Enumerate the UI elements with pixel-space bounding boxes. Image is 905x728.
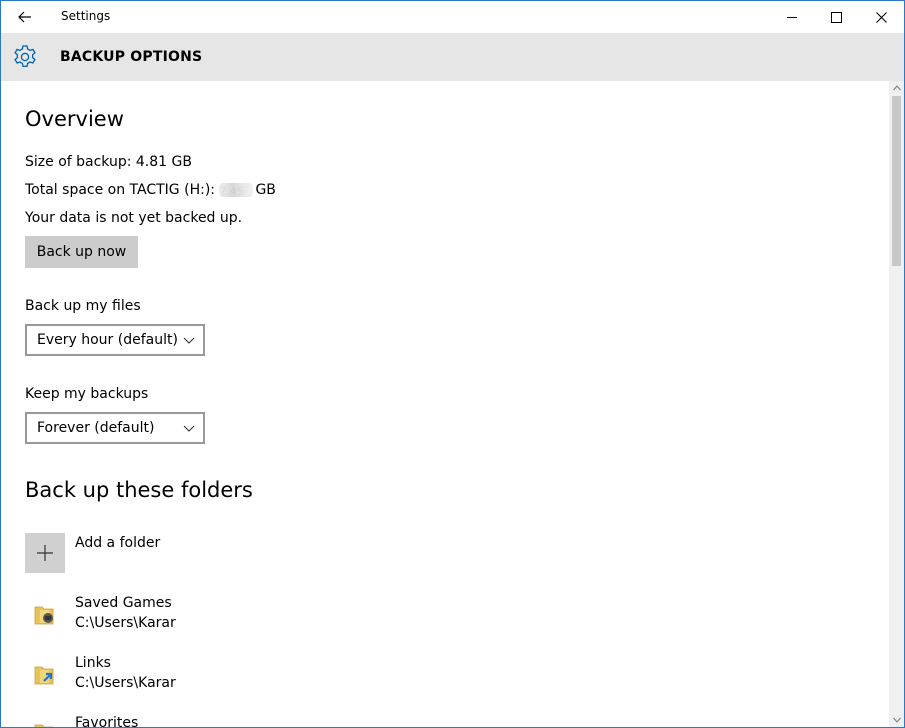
add-folder-label[interactable]: Add a folder [75, 535, 160, 551]
gear-icon [14, 45, 36, 68]
add-folder-button[interactable] [25, 533, 65, 573]
blurred-value: 7.45 [219, 183, 254, 198]
scroll-thumb[interactable] [892, 96, 901, 266]
page-title: BACKUP OPTIONS [60, 49, 203, 65]
chevron-down-icon [183, 425, 195, 432]
folder-item-path: C:\Users\Karar [75, 675, 176, 691]
backup-frequency-label: Back up my files [25, 298, 141, 314]
keep-backups-value: Forever (default) [37, 420, 155, 436]
minimize-icon [787, 17, 797, 18]
plus-icon [37, 545, 53, 561]
window-title: Settings [61, 9, 111, 23]
settings-content: Overview Size of backup: 4.81 GB Total s… [1, 81, 889, 727]
scroll-down-arrow-icon[interactable] [893, 717, 901, 723]
backup-frequency-dropdown[interactable]: Every hour (default) [25, 324, 205, 356]
total-space-unit: GB [255, 182, 276, 198]
back-button[interactable] [9, 3, 41, 31]
folder-item-name[interactable]: Saved Games [75, 595, 172, 611]
folder-item-name[interactable]: Favorites [75, 715, 138, 727]
back-up-now-button[interactable]: Back up now [25, 236, 138, 268]
folders-heading: Back up these folders [25, 478, 253, 502]
total-space-text: Total space on TACTIG (H:): 7.45 GB [25, 182, 276, 198]
links-folder-icon [34, 666, 54, 685]
keep-backups-dropdown[interactable]: Forever (default) [25, 412, 205, 444]
saved-games-folder-icon [34, 606, 54, 625]
folder-item-path: C:\Users\Karar [75, 615, 176, 631]
overview-heading: Overview [25, 107, 124, 131]
title-bar: Settings [1, 1, 904, 33]
total-space-label: Total space on TACTIG (H:): [25, 182, 215, 198]
maximize-icon [830, 11, 842, 23]
close-icon [875, 11, 887, 23]
folder-item-name[interactable]: Links [75, 655, 111, 671]
page-header: BACKUP OPTIONS [1, 33, 904, 81]
vertical-scrollbar[interactable] [889, 81, 904, 727]
maximize-button[interactable] [813, 1, 859, 33]
keep-backups-label: Keep my backups [25, 386, 149, 402]
backup-size-text: Size of backup: 4.81 GB [25, 154, 192, 170]
close-button[interactable] [858, 1, 904, 33]
backup-frequency-value: Every hour (default) [37, 332, 178, 348]
scroll-up-arrow-icon[interactable] [893, 85, 901, 91]
back-arrow-icon [18, 11, 31, 23]
backup-status-text: Your data is not yet backed up. [25, 210, 243, 226]
favorites-folder-icon [34, 724, 54, 727]
chevron-down-icon [183, 337, 195, 344]
minimize-button[interactable] [769, 1, 815, 33]
settings-window: Settings BACKUP OPTIONS Overview Size of… [0, 0, 905, 728]
